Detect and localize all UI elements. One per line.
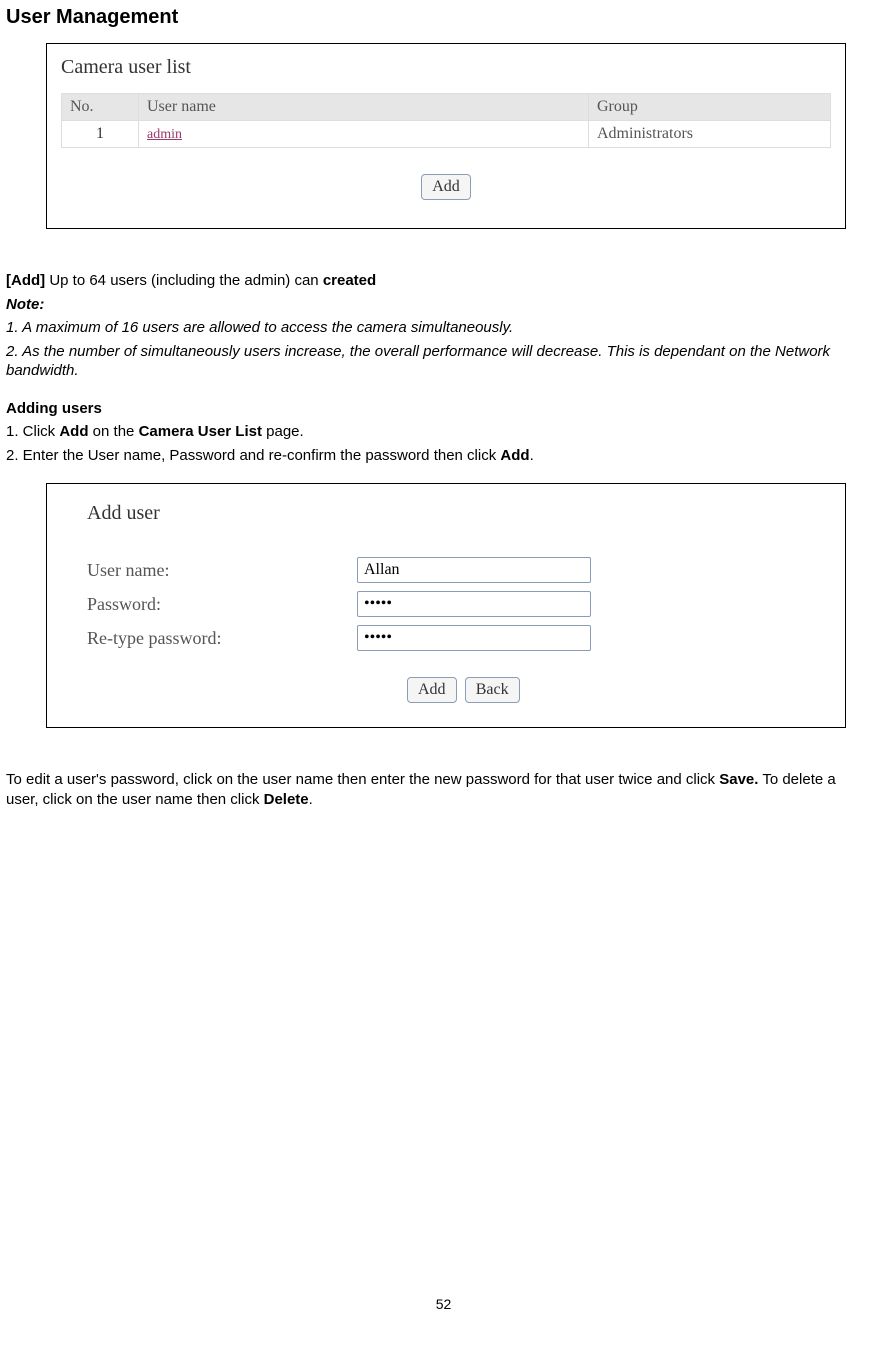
- note-2: 2. As the number of simultaneously users…: [6, 342, 869, 381]
- input-password[interactable]: [357, 591, 591, 617]
- back-button[interactable]: Back: [465, 677, 520, 703]
- adding-users-heading: Adding users: [6, 399, 869, 419]
- row-password: Password:: [87, 591, 827, 617]
- col-username-header: User name: [139, 94, 589, 121]
- table-row: 1 admin Administrators: [62, 121, 831, 148]
- note-1: 1. A maximum of 16 users are allowed to …: [6, 318, 869, 338]
- page-number: 52: [6, 1296, 875, 1312]
- add-description: [Add] Up to 64 users (including the admi…: [6, 271, 869, 291]
- adding-step-1: 1. Click Add on the Camera User List pag…: [6, 422, 869, 442]
- col-no-header: No.: [62, 94, 139, 121]
- cell-group: Administrators: [589, 121, 831, 148]
- row-retype: Re-type password:: [87, 625, 827, 651]
- add-user-button[interactable]: Add: [407, 677, 457, 703]
- cell-username: admin: [139, 121, 589, 148]
- camera-user-list-screenshot: Camera user list No. User name Group 1 a…: [46, 43, 846, 229]
- user-link-admin[interactable]: admin: [147, 127, 182, 142]
- row-username: User name:: [87, 557, 827, 583]
- add-user-heading: Add user: [87, 502, 827, 525]
- input-retype[interactable]: [357, 625, 591, 651]
- cell-no: 1: [62, 121, 139, 148]
- page-title: User Management: [6, 6, 869, 29]
- input-username[interactable]: [357, 557, 591, 583]
- label-username: User name:: [87, 560, 357, 581]
- add-user-screenshot: Add user User name: Password: Re-type pa…: [46, 483, 846, 728]
- add-button[interactable]: Add: [421, 174, 471, 200]
- label-retype: Re-type password:: [87, 628, 357, 649]
- label-password: Password:: [87, 594, 357, 615]
- add-label: [Add]: [6, 272, 45, 289]
- edit-delete-text: To edit a user's password, click on the …: [6, 770, 869, 809]
- note-label: Note:: [6, 295, 869, 315]
- add-text: Up to 64 users (including the admin) can: [45, 272, 323, 289]
- user-list-table: No. User name Group 1 admin Administrato…: [61, 93, 831, 148]
- camera-user-list-heading: Camera user list: [61, 56, 831, 79]
- add-tail: created: [323, 272, 376, 289]
- adding-step-2: 2. Enter the User name, Password and re-…: [6, 446, 869, 466]
- col-group-header: Group: [589, 94, 831, 121]
